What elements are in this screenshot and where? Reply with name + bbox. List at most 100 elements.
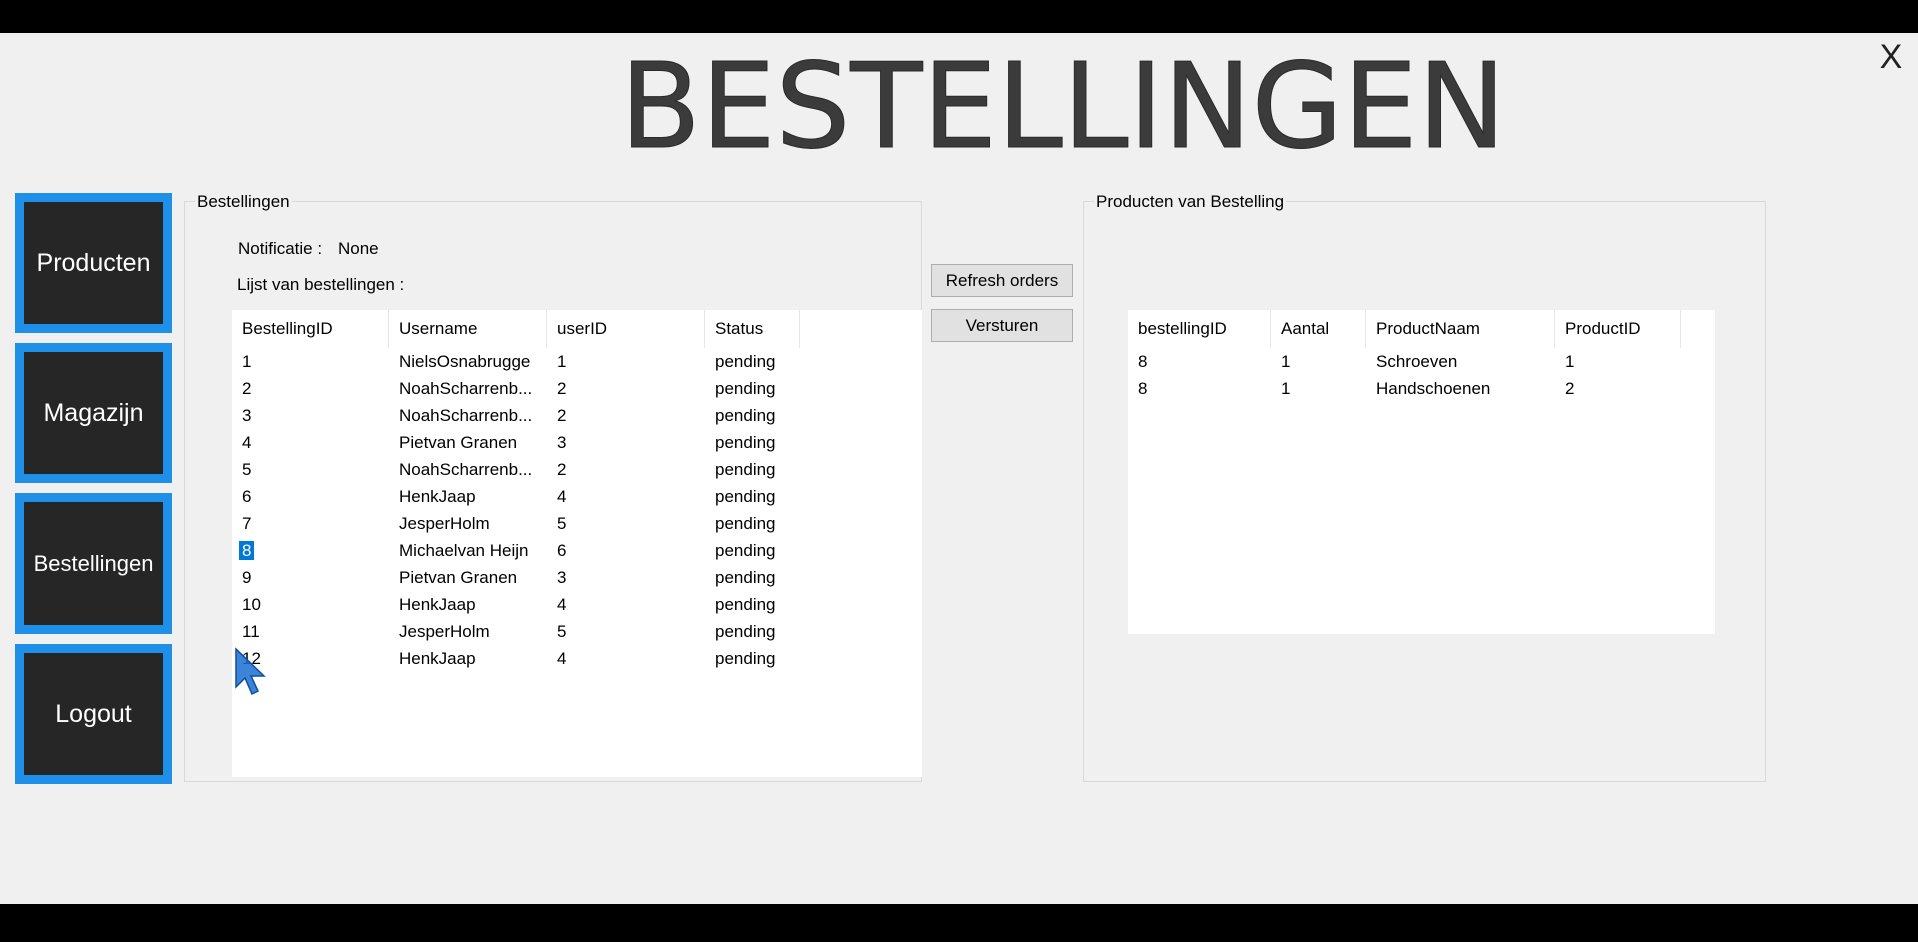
order-cell-text: Pietvan Granen <box>399 568 518 587</box>
order-list-label: Lijst van bestellingen : <box>237 275 405 294</box>
product-cell-text: Schroeven <box>1376 352 1458 371</box>
page-title: BESTELLINGEN <box>620 37 1507 175</box>
order-cell-text: 5 <box>557 622 567 641</box>
order-cell-text: pending <box>715 568 776 587</box>
order-cell: pending <box>705 429 865 456</box>
product-cell: 8 <box>1128 348 1271 375</box>
order-cell: HenkJaap <box>389 591 547 618</box>
order-cell: 4 <box>232 429 389 456</box>
product-row[interactable]: 8 1 Schroeven 1 <box>1128 348 1715 375</box>
orders-col-userid[interactable]: userID <box>547 310 705 348</box>
orders-col-username[interactable]: Username <box>389 310 547 348</box>
order-row[interactable]: 10 HenkJaap 4 pending <box>232 591 922 618</box>
order-row[interactable]: 12 HenkJaap 4 pending <box>232 645 922 672</box>
order-cell: 8 <box>232 537 389 564</box>
order-cell-text: 2 <box>557 406 567 425</box>
product-cell: Schroeven <box>1366 348 1555 375</box>
order-cell-text: pending <box>715 379 776 398</box>
orders-col-status[interactable]: Status <box>705 310 800 348</box>
order-row[interactable]: 6 HenkJaap 4 pending <box>232 483 922 510</box>
orders-list-header: BestellingID Username userID Status <box>232 310 922 348</box>
nav-bestellingen-button[interactable]: Bestellingen <box>15 493 172 634</box>
order-cell: pending <box>705 591 865 618</box>
send-button[interactable]: Versturen <box>931 309 1073 342</box>
order-row[interactable]: 8 Michaelvan Heijn 6 pending <box>232 537 922 564</box>
nav-magazijn-button[interactable]: Magazijn <box>15 343 172 483</box>
order-cell: 5 <box>547 510 705 537</box>
order-cell-text: 2 <box>557 460 567 479</box>
order-cell: Michaelvan Heijn <box>389 537 547 564</box>
order-cell: pending <box>705 645 865 672</box>
order-row[interactable]: 2 NoahScharrenb... 2 pending <box>232 375 922 402</box>
order-row[interactable]: 4 Pietvan Granen 3 pending <box>232 429 922 456</box>
order-cell: HenkJaap <box>389 483 547 510</box>
orders-col-bestellingid[interactable]: BestellingID <box>232 310 389 348</box>
order-cell-text: 4 <box>242 433 252 452</box>
order-cell: 10 <box>232 591 389 618</box>
product-cell-text: 1 <box>1281 379 1291 398</box>
order-cell-text: Pietvan Granen <box>399 433 518 452</box>
order-cell: 4 <box>547 591 705 618</box>
products-col-aantal[interactable]: Aantal <box>1271 310 1366 348</box>
order-cell: 3 <box>547 564 705 591</box>
order-cell: 3 <box>232 402 389 429</box>
order-row[interactable]: 5 NoahScharrenb... 2 pending <box>232 456 922 483</box>
orders-rows: 1 NielsOsnabrugge 1 pending 2 NoahScharrenb..… <box>232 348 922 672</box>
products-col-productid[interactable]: ProductID <box>1555 310 1681 348</box>
order-cell: Pietvan Granen <box>389 564 547 591</box>
order-cell: NielsOsnabrugge <box>389 348 547 375</box>
order-cell-text: pending <box>715 595 776 614</box>
order-cell-text: pending <box>715 541 776 560</box>
order-cell-text: 5 <box>242 460 252 479</box>
order-cell-text: NoahScharrenb... <box>399 460 533 479</box>
order-cell-text: pending <box>715 622 776 641</box>
nav-logout-button[interactable]: Logout <box>15 644 172 784</box>
product-row[interactable]: 8 1 Handschoenen 2 <box>1128 375 1715 402</box>
order-row[interactable]: 3 NoahScharrenb... 2 pending <box>232 402 922 429</box>
order-cell-text: 11 <box>242 622 260 641</box>
close-button[interactable]: X <box>1874 37 1908 77</box>
product-cell-text: 8 <box>1138 379 1148 398</box>
order-cell: pending <box>705 618 865 645</box>
order-cell-text: pending <box>715 433 776 452</box>
order-cell: pending <box>705 510 865 537</box>
order-row[interactable]: 7 JesperHolm 5 pending <box>232 510 922 537</box>
order-row[interactable]: 1 NielsOsnabrugge 1 pending <box>232 348 922 375</box>
order-cell: NoahScharrenb... <box>389 456 547 483</box>
product-cell: 1 <box>1271 375 1366 402</box>
product-cell: 1 <box>1555 348 1681 375</box>
products-listview[interactable]: bestellingID Aantal ProductNaam ProductI… <box>1128 310 1715 634</box>
product-cell: 8 <box>1128 375 1271 402</box>
order-cell-text: pending <box>715 649 776 668</box>
order-cell: pending <box>705 348 865 375</box>
order-cell: 5 <box>232 456 389 483</box>
nav-producten-button[interactable]: Producten <box>15 193 172 333</box>
nav-logout-label: Logout <box>24 653 163 775</box>
order-cell: JesperHolm <box>389 618 547 645</box>
order-cell-text: pending <box>715 460 776 479</box>
order-cell-text: 10 <box>242 595 261 614</box>
product-cell-text: 1 <box>1565 352 1575 371</box>
order-cell-text: 3 <box>557 568 567 587</box>
mouse-pointer-icon <box>234 647 268 702</box>
products-col-productnaam[interactable]: ProductNaam <box>1366 310 1555 348</box>
order-cell: 6 <box>547 537 705 564</box>
product-cell-text: 8 <box>1138 352 1148 371</box>
order-cell-text: HenkJaap <box>399 595 476 614</box>
app-window: BESTELLINGEN X Producten Magazijn Bestel… <box>0 33 1918 904</box>
order-cell-text: 4 <box>557 487 567 506</box>
order-row[interactable]: 11 JesperHolm 5 pending <box>232 618 922 645</box>
order-cell: 9 <box>232 564 389 591</box>
refresh-orders-button[interactable]: Refresh orders <box>931 264 1073 297</box>
products-list-header: bestellingID Aantal ProductNaam ProductI… <box>1128 310 1715 348</box>
order-cell: 11 <box>232 618 389 645</box>
orders-listview[interactable]: BestellingID Username userID Status 1 Nie… <box>232 310 922 777</box>
order-cell-text: NielsOsnabrugge <box>399 352 531 371</box>
order-row[interactable]: 9 Pietvan Granen 3 pending <box>232 564 922 591</box>
products-col-bestellingid[interactable]: bestellingID <box>1128 310 1271 348</box>
order-cell-text: NoahScharrenb... <box>399 379 533 398</box>
order-cell: HenkJaap <box>389 645 547 672</box>
order-cell-text: Michaelvan Heijn <box>399 541 529 560</box>
orders-groupbox-legend: Bestellingen <box>195 192 292 211</box>
order-cell-text: pending <box>715 514 776 533</box>
